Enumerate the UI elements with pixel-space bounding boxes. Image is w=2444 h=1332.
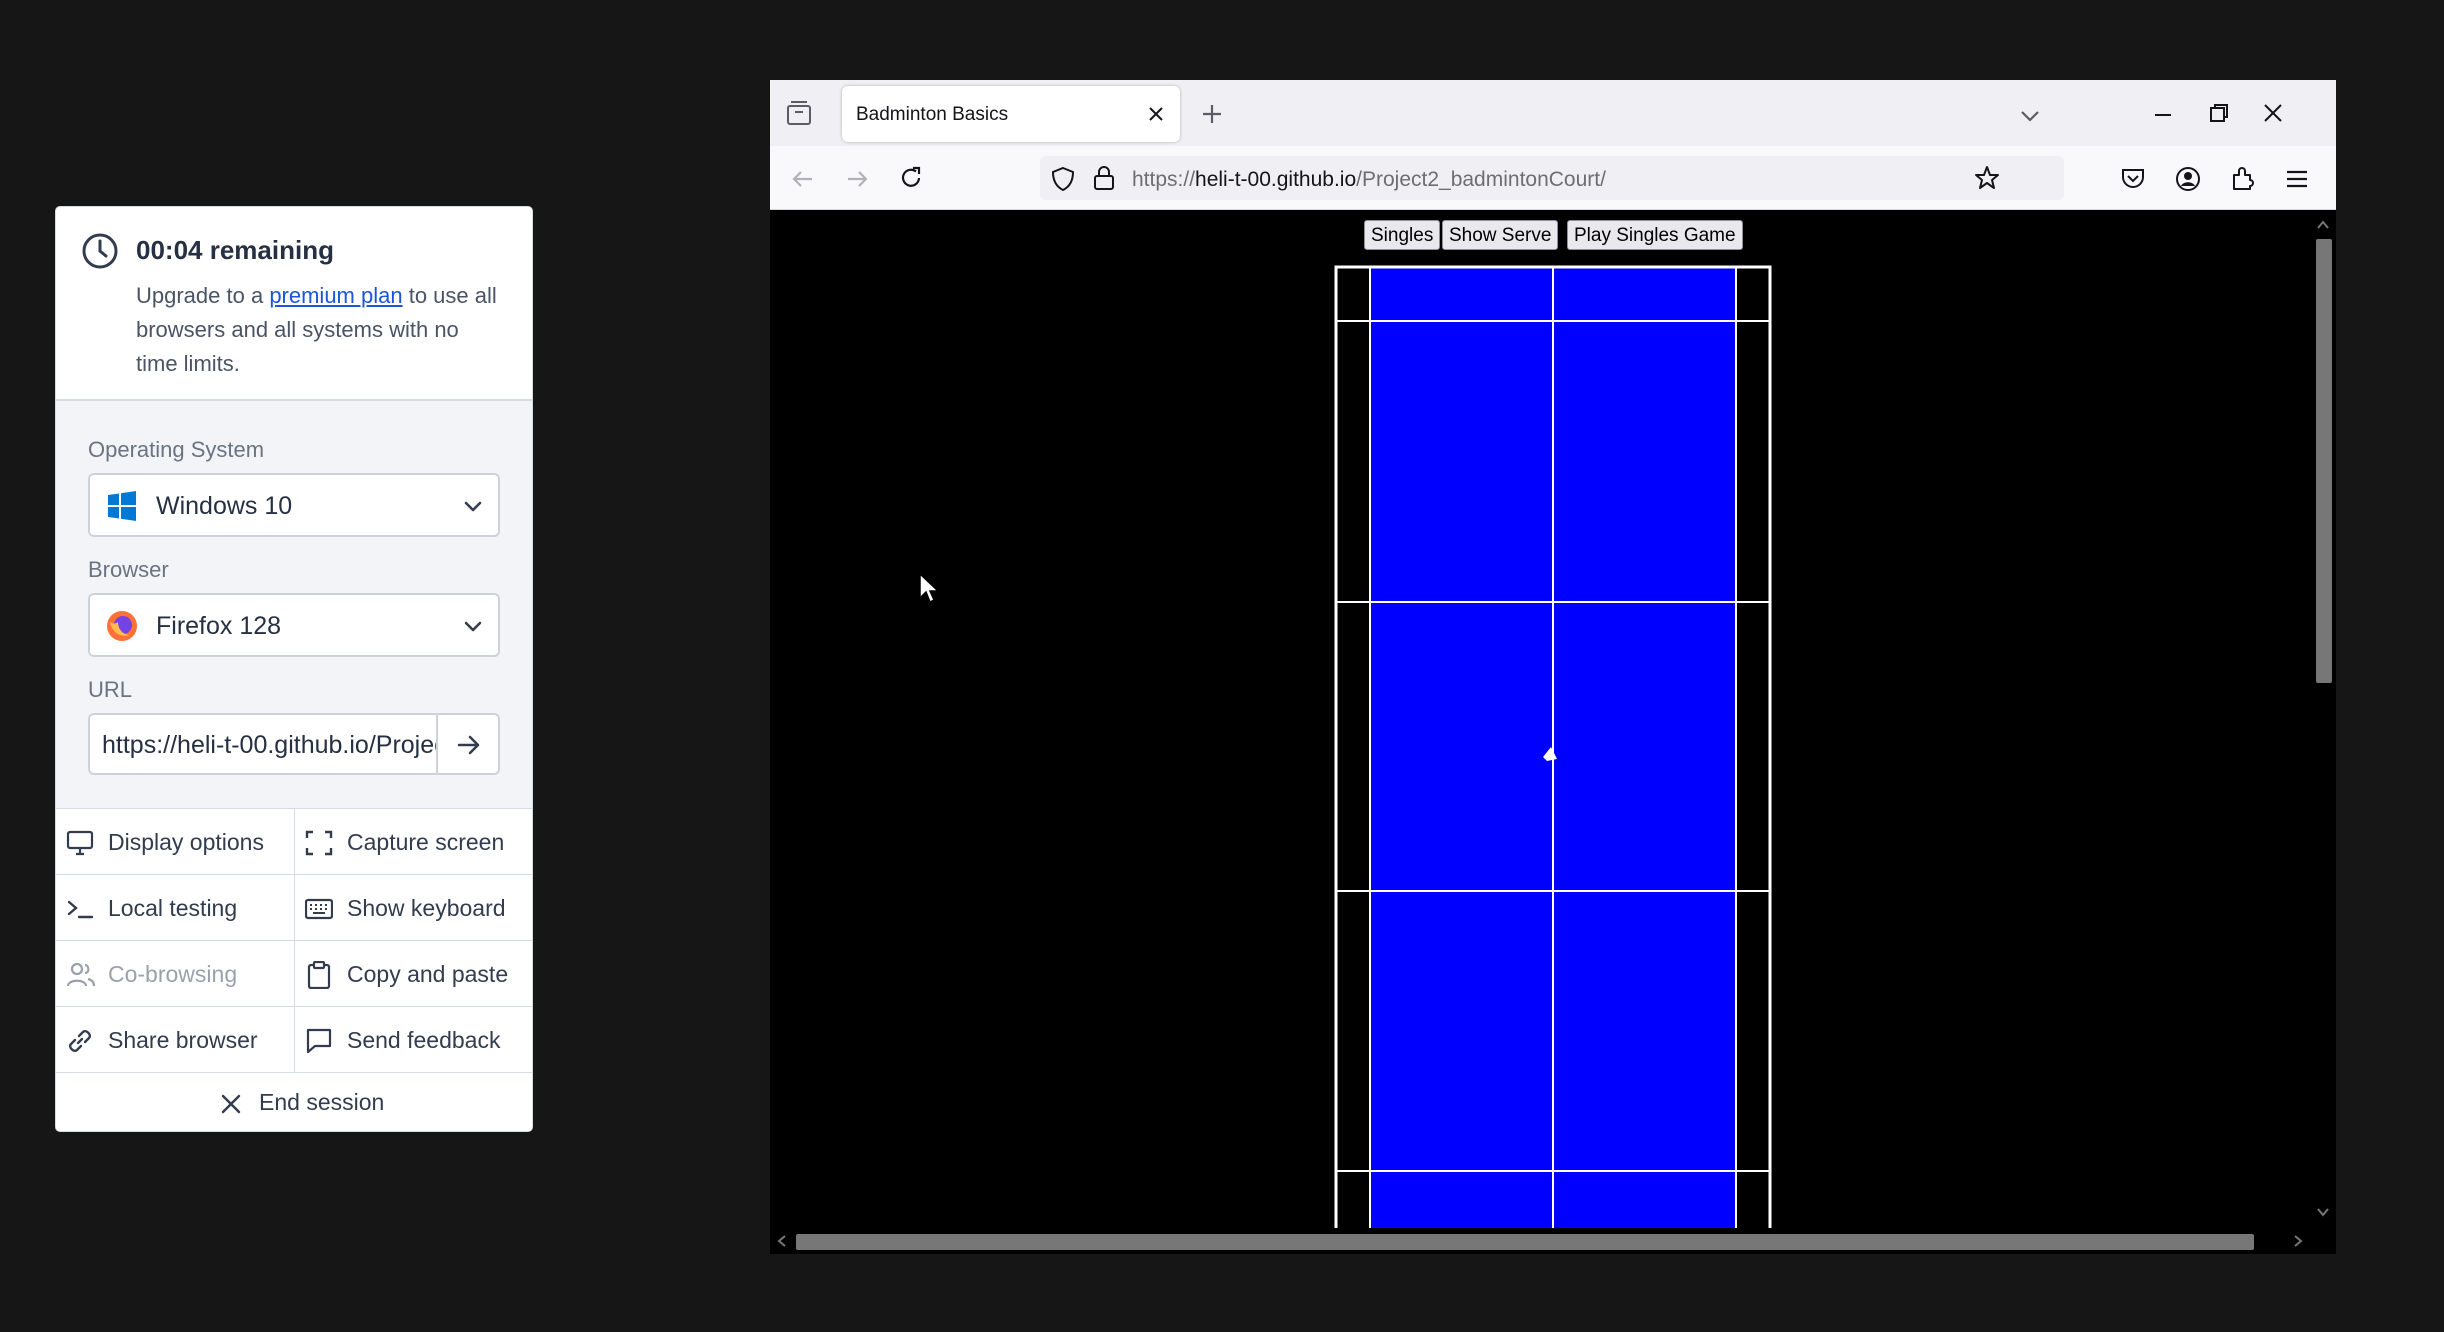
display-options-button[interactable]: Display options (56, 809, 294, 875)
scroll-up-icon[interactable] (2316, 219, 2330, 231)
keyboard-icon (305, 898, 333, 920)
reload-icon[interactable] (898, 165, 924, 191)
copy-and-paste-button[interactable]: Copy and paste (294, 941, 532, 1007)
os-value: Windows 10 (156, 492, 293, 520)
chevron-down-icon (464, 621, 482, 632)
co-browsing-label: Co-browsing (108, 961, 238, 987)
clock-icon (82, 233, 118, 269)
badminton-court (1334, 265, 1772, 1228)
url-host: heli-t-00.github.io (1195, 168, 1357, 191)
page-content: Singles Show Serve Play Singles Game (770, 211, 2310, 1228)
share-browser-button[interactable]: Share browser (56, 1007, 294, 1073)
tab-bar: Badminton Basics (770, 80, 2336, 146)
mouse-cursor-icon (919, 572, 940, 604)
chevron-down-icon (464, 501, 482, 512)
scroll-left-icon[interactable] (776, 1234, 788, 1248)
bookmark-star-icon[interactable] (1974, 165, 2000, 191)
browser-window: Badminton Basics https://heli-t-00.githu… (770, 80, 2336, 1254)
extensions-icon[interactable] (2230, 165, 2256, 191)
end-session-button[interactable]: End session (56, 1073, 532, 1131)
share-browser-label: Share browser (108, 1027, 258, 1053)
browser-label: Browser (88, 557, 169, 582)
tab-badminton-basics[interactable]: Badminton Basics (842, 86, 1180, 142)
capture-screen-button[interactable]: Capture screen (294, 809, 532, 875)
account-icon[interactable] (2175, 166, 2201, 192)
local-testing-label: Local testing (108, 895, 238, 921)
url-label: URL (88, 677, 133, 702)
back-icon[interactable] (790, 166, 816, 192)
pocket-icon[interactable] (2120, 166, 2146, 192)
users-icon (66, 962, 96, 987)
new-tab-icon[interactable] (1200, 102, 1224, 126)
time-remaining: 00:04 remaining (136, 235, 334, 265)
window-close-icon[interactable] (2262, 102, 2284, 124)
url-text: https://heli-t-00.github.io/Project2_bad… (1132, 168, 1606, 192)
url-path: /Project2_badmintonCourt/ (1356, 168, 1606, 191)
browser-value: Firefox 128 (156, 612, 282, 640)
close-icon (221, 1094, 241, 1114)
minimize-icon[interactable] (2152, 104, 2174, 126)
session-header: 00:04 remaining Upgrade to a premium pla… (56, 207, 532, 401)
tab-manager-icon[interactable] (785, 100, 813, 128)
go-button[interactable] (436, 713, 500, 775)
navigation-bar: https://heli-t-00.github.io/Project2_bad… (770, 146, 2336, 210)
session-settings: Operating System Windows 10 Browser Fire… (56, 401, 532, 809)
close-tab-icon[interactable] (1146, 104, 1166, 124)
session-panel: 00:04 remaining Upgrade to a premium pla… (55, 206, 533, 1132)
horizontal-scrollbar[interactable] (770, 1228, 2336, 1254)
co-browsing-button[interactable]: Co-browsing (56, 941, 294, 1007)
show-keyboard-label: Show keyboard (347, 895, 506, 921)
monitor-icon (66, 830, 94, 856)
terminal-icon (67, 900, 94, 919)
send-feedback-label: Send feedback (347, 1027, 501, 1053)
show-serve-button[interactable]: Show Serve (1442, 220, 1559, 250)
copy-and-paste-label: Copy and paste (347, 961, 509, 987)
display-options-label: Display options (108, 829, 264, 855)
upgrade-prefix: Upgrade to a (136, 283, 270, 308)
windows-icon (108, 491, 136, 521)
play-singles-game-button[interactable]: Play Singles Game (1567, 220, 1743, 250)
menu-icon[interactable] (2284, 166, 2310, 192)
end-session-label: End session (259, 1089, 385, 1115)
premium-plan-link[interactable]: premium plan (269, 283, 402, 308)
clipboard-icon (307, 961, 331, 989)
show-keyboard-button[interactable]: Show keyboard (294, 875, 532, 941)
local-testing-button[interactable]: Local testing (56, 875, 294, 941)
vertical-scroll-thumb[interactable] (2316, 239, 2332, 683)
os-select[interactable]: Windows 10 (88, 473, 500, 537)
os-label: Operating System (88, 437, 265, 462)
url-input[interactable]: https://heli-t-00.github.io/Project2_bad… (88, 713, 438, 775)
singles-button[interactable]: Singles (1364, 220, 1441, 250)
shield-icon[interactable] (1050, 166, 1076, 192)
link-icon (69, 1030, 91, 1052)
vertical-scrollbar[interactable] (2310, 211, 2336, 1228)
browser-select[interactable]: Firefox 128 (88, 593, 500, 657)
chevron-down-icon[interactable] (2018, 104, 2042, 128)
restore-icon[interactable] (2208, 102, 2230, 124)
send-feedback-button[interactable]: Send feedback (294, 1007, 532, 1073)
forward-icon[interactable] (844, 166, 870, 192)
url-scheme: https:// (1132, 168, 1196, 191)
capture-screen-label: Capture screen (347, 829, 505, 855)
scroll-right-icon[interactable] (2292, 1234, 2304, 1248)
tab-title: Badminton Basics (856, 104, 1009, 125)
lock-icon[interactable] (1092, 165, 1116, 191)
firefox-icon (107, 611, 137, 641)
upgrade-message: Upgrade to a premium plan to use all bro… (136, 279, 506, 381)
chat-icon (306, 1028, 332, 1054)
scroll-down-icon[interactable] (2316, 1206, 2330, 1218)
horizontal-scroll-thumb[interactable] (796, 1234, 2254, 1250)
arrow-right-icon (457, 735, 480, 755)
capture-icon (305, 830, 333, 856)
